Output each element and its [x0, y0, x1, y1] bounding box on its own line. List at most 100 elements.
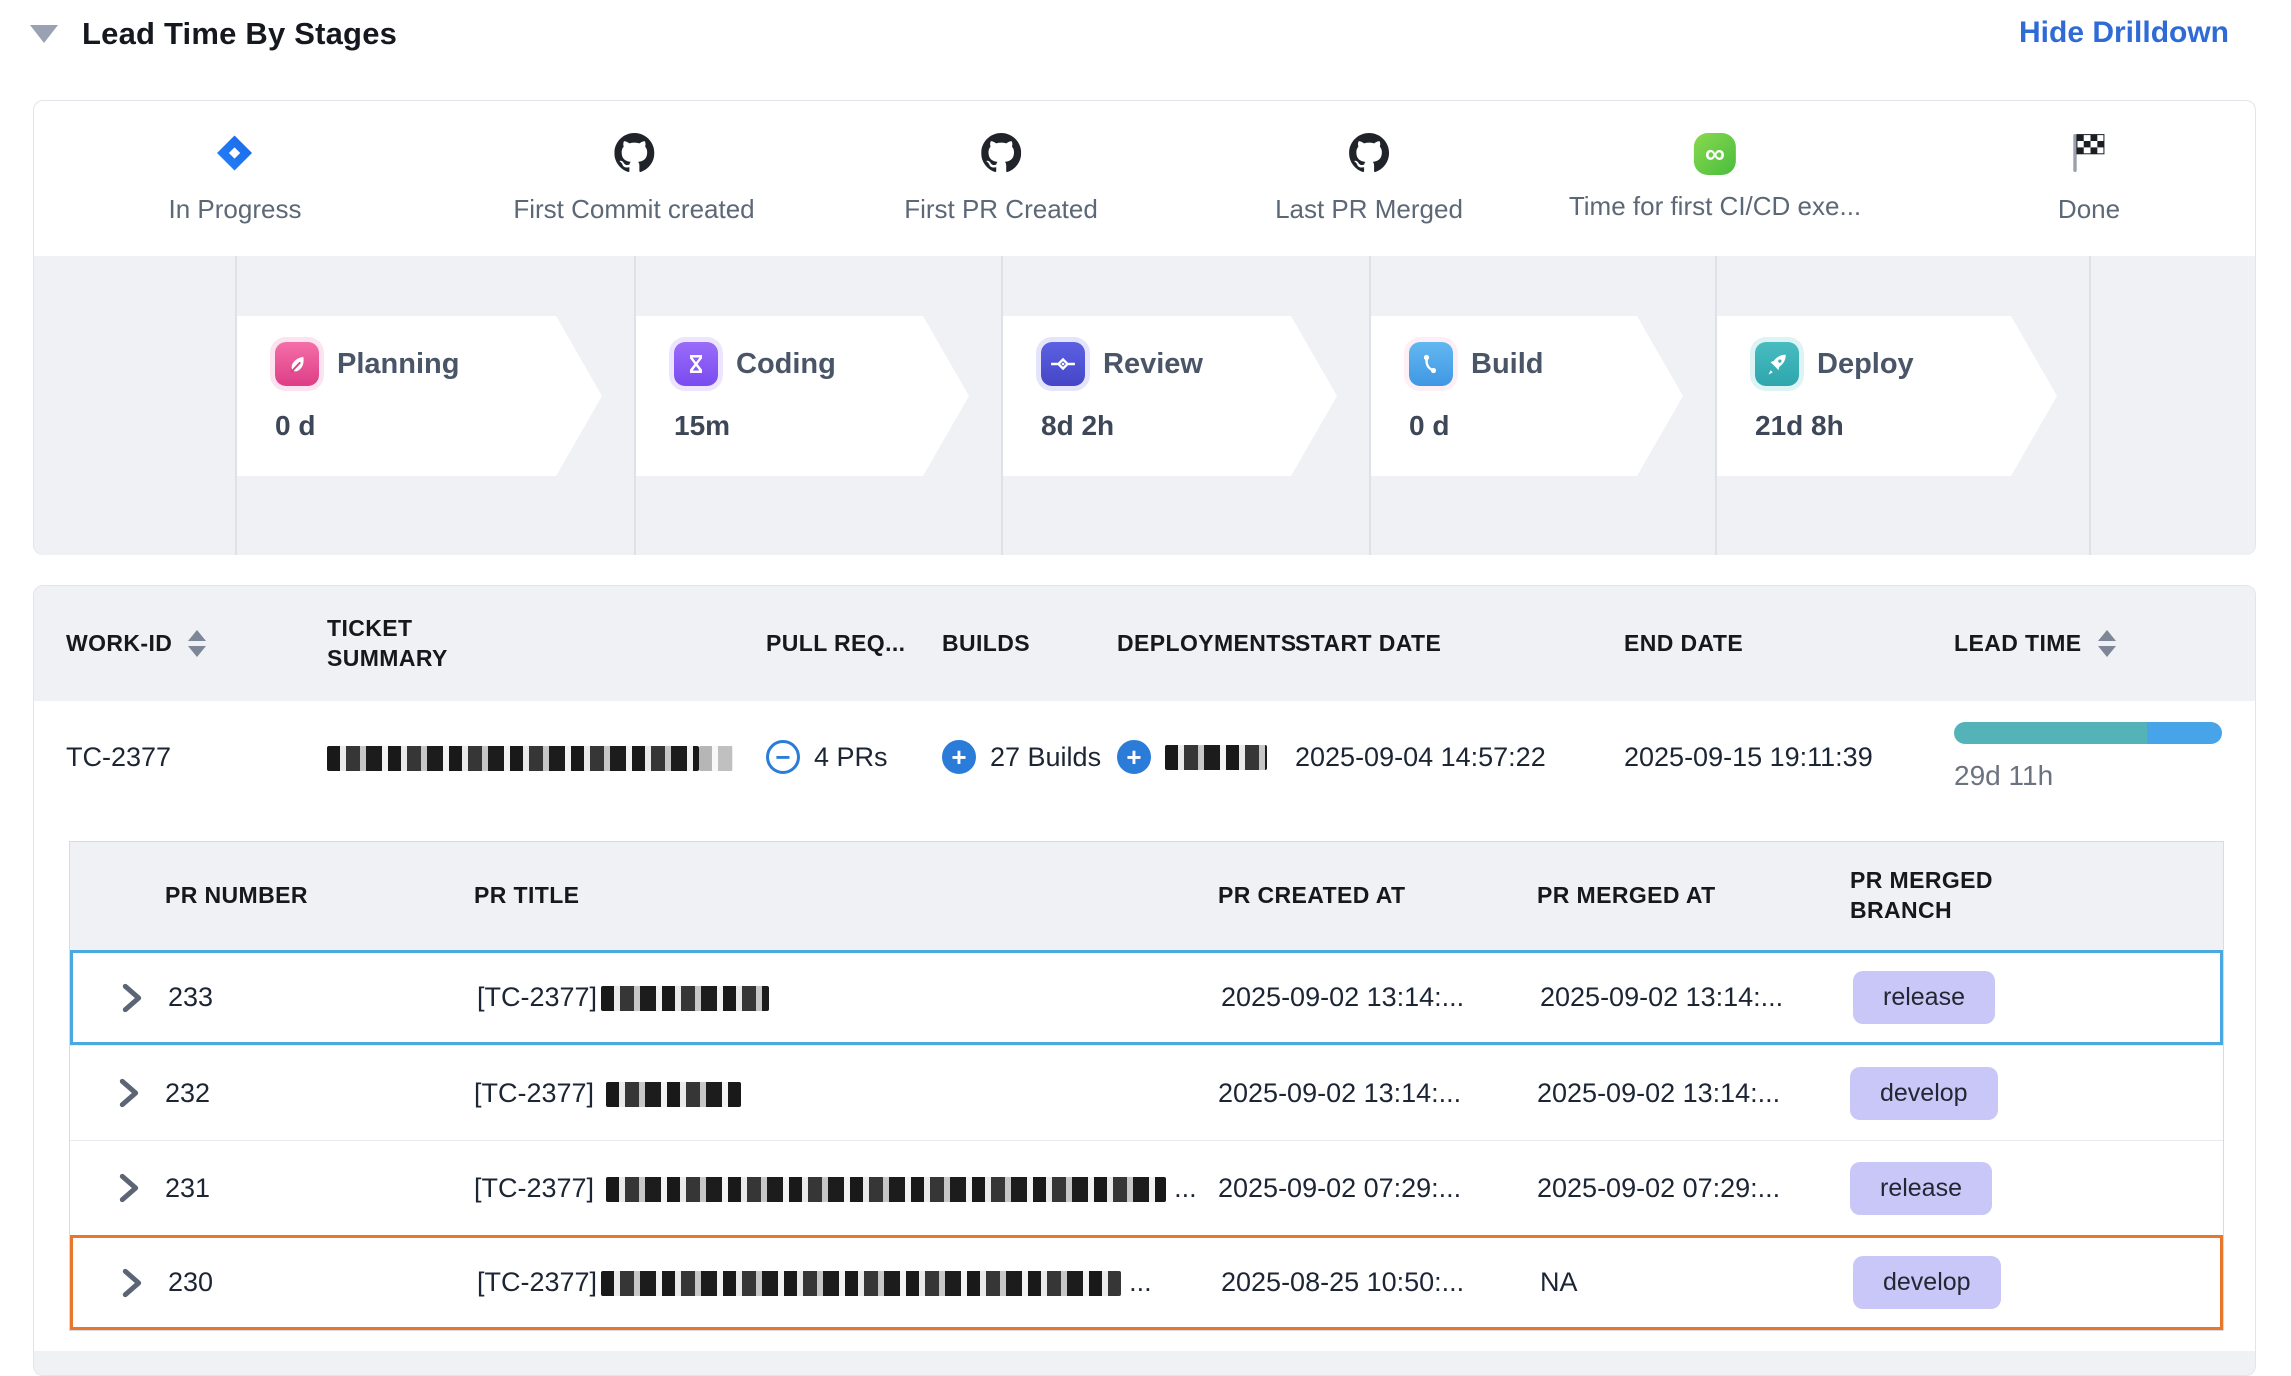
page-title: Lead Time By Stages: [82, 16, 397, 52]
expand-row-chevron-icon[interactable]: [121, 1268, 168, 1298]
col-builds: BUILDS: [942, 629, 1117, 659]
end-date-cell: 2025-09-15 19:11:39: [1624, 742, 1954, 773]
col-pr-merged-branch: PR MERGED BRANCH: [1850, 866, 2223, 926]
panel-footer: [34, 1351, 2255, 1375]
pr-title-suffix: ...: [1129, 1267, 1152, 1297]
milestone-label: Done: [2058, 194, 2120, 225]
work-id-cell: TC-2377: [66, 742, 327, 773]
expand-row-chevron-icon[interactable]: [118, 1078, 165, 1108]
pull-requests-cell: − 4 PRs: [766, 740, 942, 774]
pr-created-at: 2025-08-25 10:50:...: [1221, 1267, 1540, 1298]
deployments-cell: +: [1117, 740, 1295, 774]
col-label: PR MERGED BRANCH: [1850, 866, 2020, 926]
collapse-prs-button[interactable]: −: [766, 740, 800, 774]
pr-created-at: 2025-09-02 07:29:...: [1218, 1173, 1537, 1204]
github-icon: [614, 133, 654, 178]
stage-duration: 8d 2h: [1041, 410, 1337, 442]
milestone-first-commit: First Commit created: [513, 133, 754, 225]
branch-icon: [1409, 342, 1453, 386]
pr-merged-at: 2025-09-02 07:29:...: [1537, 1173, 1850, 1204]
rocket-icon: [1755, 342, 1799, 386]
col-label: PR CREATED AT: [1218, 881, 1406, 911]
col-label: LEAD TIME: [1954, 629, 2082, 659]
stages-track: Planning 0 d Coding 15m Review 8d 2h: [34, 256, 2255, 555]
pr-title: [TC-2377]: [477, 982, 1221, 1013]
stage-duration: 21d 8h: [1755, 410, 2057, 442]
col-label: START DATE: [1295, 629, 1441, 659]
section-header: Lead Time By Stages: [30, 16, 397, 52]
stage-card-planning: Planning 0 d: [237, 316, 602, 476]
expand-row-chevron-icon[interactable]: [118, 1173, 165, 1203]
hourglass-icon: [674, 342, 718, 386]
pr-title-prefix: [TC-2377]: [474, 1173, 594, 1203]
start-date-cell: 2025-09-04 14:57:22: [1295, 742, 1624, 773]
col-lead-time: LEAD TIME: [1954, 629, 2223, 659]
stage-name: Coding: [736, 348, 836, 381]
pr-merged-branch: release: [1853, 971, 2220, 1024]
sort-icon[interactable]: [188, 630, 206, 657]
pr-number: 231: [165, 1173, 474, 1204]
collapse-triangle-icon[interactable]: [30, 25, 58, 43]
pr-title-prefix: [TC-2377]: [477, 1267, 597, 1297]
expand-deployments-button[interactable]: +: [1117, 740, 1151, 774]
stage-duration: 0 d: [275, 410, 602, 442]
pr-row-231[interactable]: 231 [TC-2377]... 2025-09-02 07:29:... 20…: [70, 1140, 2223, 1235]
milestone-label: Time for first CI/CD exe...: [1569, 191, 1861, 222]
pr-merged-at: 2025-09-02 13:14:...: [1540, 982, 1853, 1013]
pr-row-233[interactable]: 233 [TC-2377] 2025-09-02 13:14:... 2025-…: [70, 950, 2223, 1045]
stage-card-review: Review 8d 2h: [1003, 316, 1337, 476]
pr-row-230[interactable]: 230 [TC-2377]... 2025-08-25 10:50:... NA…: [70, 1235, 2223, 1330]
stage-name: Review: [1103, 348, 1203, 381]
milestone-last-pr-merged: Last PR Merged: [1275, 133, 1463, 225]
col-deployments: DEPLOYMENTS: [1117, 629, 1295, 659]
col-end-date: END DATE: [1624, 629, 1954, 659]
build-count: 27 Builds: [990, 742, 1101, 773]
stage-duration: 0 d: [1409, 410, 1683, 442]
col-pr-merged-at: PR MERGED AT: [1537, 881, 1850, 911]
pr-count: 4 PRs: [814, 742, 888, 773]
stage-card-coding: Coding 15m: [636, 316, 969, 476]
milestone-done: Done: [2058, 133, 2120, 225]
redacted-text: [327, 746, 699, 771]
lead-time-bar: [1954, 722, 2222, 744]
stage-name: Deploy: [1817, 348, 1914, 381]
pr-title: [TC-2377]...: [474, 1173, 1218, 1204]
expand-builds-button[interactable]: +: [942, 740, 976, 774]
col-label: END DATE: [1624, 629, 1743, 659]
col-label: PR TITLE: [474, 881, 579, 911]
expand-row-chevron-icon[interactable]: [121, 983, 168, 1013]
work-table-row: TC-2377 − 4 PRs + 27 Builds + 2025-09-04…: [34, 701, 2255, 813]
pr-number: 233: [168, 982, 477, 1013]
lead-bar-blue-segment: [2147, 722, 2222, 744]
milestone-cicd: ∞ Time for first CI/CD exe...: [1569, 133, 1861, 222]
pr-number: 230: [168, 1267, 477, 1298]
col-work-id: WORK-ID: [66, 629, 327, 659]
stage-card-deploy: Deploy 21d 8h: [1717, 316, 2057, 476]
sort-icon[interactable]: [2098, 630, 2116, 657]
stage-card-build: Build 0 d: [1371, 316, 1683, 476]
branch-badge: develop: [1853, 1256, 2001, 1309]
ticket-summary-cell: [327, 742, 766, 773]
col-label: PR MERGED AT: [1537, 881, 1716, 911]
pr-merged-at: NA: [1540, 1267, 1853, 1298]
pr-row-232[interactable]: 232 [TC-2377] 2025-09-02 13:14:... 2025-…: [70, 1045, 2223, 1140]
work-items-panel: WORK-ID TICKET SUMMARY PULL REQ... BUILD…: [33, 585, 2256, 1376]
milestone-label: In Progress: [169, 194, 302, 225]
pr-created-at: 2025-09-02 13:14:...: [1218, 1078, 1537, 1109]
commit-diamond-icon: [1041, 342, 1085, 386]
pr-merged-branch: develop: [1850, 1067, 2223, 1120]
col-label: WORK-ID: [66, 629, 172, 659]
branch-badge: release: [1850, 1162, 1992, 1215]
pr-table: PR NUMBER PR TITLE PR CREATED AT PR MERG…: [69, 841, 2224, 1331]
branch-badge: develop: [1850, 1067, 1998, 1120]
branch-badge: release: [1853, 971, 1995, 1024]
finish-flag-icon: [2071, 133, 2107, 178]
pr-title-prefix: [TC-2377]: [477, 982, 597, 1012]
pr-title-suffix: ...: [1174, 1173, 1197, 1203]
lead-time-value: 29d 11h: [1954, 760, 2223, 792]
stage-divider: [1001, 256, 1003, 555]
col-label: DEPLOYMENTS: [1117, 629, 1296, 659]
hide-drilldown-link[interactable]: Hide Drilldown: [2019, 16, 2229, 50]
col-pull-requests: PULL REQ...: [766, 629, 942, 659]
stage-divider: [1715, 256, 1717, 555]
